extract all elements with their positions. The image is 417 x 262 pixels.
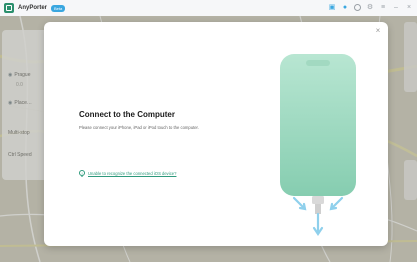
minimize-icon[interactable]: –: [392, 3, 400, 11]
connect-dialog: × Connect to the Computer Please connect…: [44, 22, 388, 246]
arrow-down-icon: [312, 212, 324, 236]
help-link-label: Unable to recognize the connected iOS de…: [88, 170, 177, 176]
app-name: AnyPorter: [18, 5, 48, 11]
dialog-title: Connect to the Computer: [79, 110, 175, 119]
cart-icon[interactable]: ▣: [328, 3, 336, 11]
title-bar: AnyPorter Beta ▣ ● ⚙ ≡ – ×: [0, 0, 417, 16]
refresh-icon[interactable]: [354, 3, 361, 11]
phone-illustration: [280, 54, 356, 236]
dialog-description: Please connect your iPhone, iPad or iPod…: [79, 125, 199, 130]
dialog-close-button[interactable]: ×: [373, 26, 383, 36]
app-logo-icon: [4, 3, 14, 13]
arrow-right-icon: [329, 196, 344, 211]
cable-connector: [312, 196, 324, 204]
arrow-left-icon: [292, 196, 307, 211]
unrecognized-device-link[interactable]: ! Unable to recognize the connected iOS …: [79, 170, 176, 176]
settings-icon[interactable]: ⚙: [366, 3, 374, 11]
window-close-icon[interactable]: ×: [405, 3, 413, 11]
phone-notch: [306, 60, 330, 66]
phone-body: [280, 54, 356, 196]
beta-badge: Beta: [51, 4, 66, 12]
user-icon[interactable]: ●: [341, 3, 349, 11]
info-icon: !: [79, 170, 85, 176]
menu-icon[interactable]: ≡: [379, 3, 387, 11]
cable-plug: [315, 204, 321, 214]
title-bar-controls: ▣ ● ⚙ ≡ – ×: [328, 3, 413, 11]
